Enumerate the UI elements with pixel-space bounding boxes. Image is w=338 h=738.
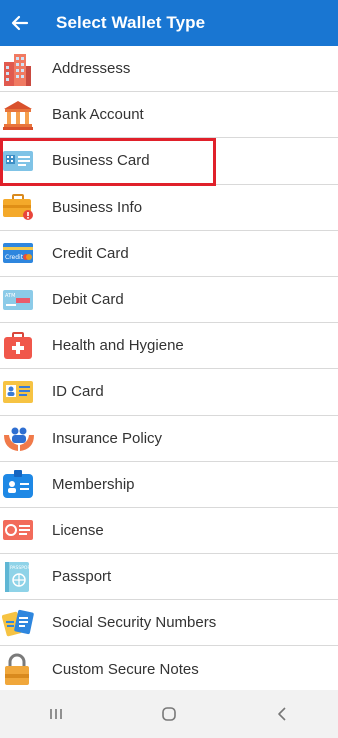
home-icon [162,707,176,721]
wallet-type-list: Addressess Bank Account Business Card Bu… [0,46,338,693]
wallet-item-label: Passport [52,568,112,586]
wallet-item-label: Membership [52,475,135,493]
wallet-item-label: Debit Card [52,291,124,309]
padlock-icon [0,646,52,692]
back-nav-icon [277,707,286,721]
arrow-left-icon [11,15,29,31]
wallet-item-social-security-numbers[interactable]: Social Security Numbers [0,600,338,647]
license-icon [0,507,52,553]
svg-text:PASSPORT: PASSPORT [10,565,32,571]
recent-apps-icon [50,709,63,719]
membership-badge-icon [0,461,52,507]
wallet-item-label: License [52,521,104,539]
wallet-item-credit-card[interactable]: Credit Credit Card [0,230,338,277]
wallet-item-label: Business Card [52,152,150,170]
wallet-item-business-card[interactable]: Business Card [0,138,338,185]
credit-card-icon: Credit [0,230,52,276]
wallet-item-label: Custom Secure Notes [52,660,199,678]
business-card-icon [0,138,52,184]
recent-apps-button[interactable] [26,694,86,734]
wallet-item-bank-account[interactable]: Bank Account [0,92,338,139]
wallet-item-business-info[interactable]: Business Info [0,184,338,231]
ssn-cards-icon [0,600,52,646]
home-button[interactable] [139,694,199,734]
wallet-item-membership[interactable]: Membership [0,461,338,508]
back-nav-button[interactable] [252,694,312,734]
wallet-item-label: Bank Account [52,106,144,124]
wallet-item-debit-card[interactable]: ATM Debit Card [0,276,338,324]
insurance-hands-icon [0,415,52,461]
wallet-item-passport[interactable]: PASSPORT Passport [0,554,338,601]
first-aid-kit-icon [0,323,52,369]
wallet-item-addressess[interactable]: Addressess [0,46,338,93]
wallet-item-license[interactable]: License [0,507,338,555]
wallet-item-label: Credit Card [52,244,129,262]
wallet-item-health-and-hygiene[interactable]: Health and Hygiene [0,323,338,370]
wallet-item-label: Insurance Policy [52,429,163,447]
wallet-item-label: Business Info [52,198,143,216]
back-button[interactable] [0,0,40,46]
wallet-item-label: Addressess [52,60,131,78]
briefcase-icon [0,184,52,230]
wallet-item-custom-secure-notes[interactable]: Custom Secure Notes [0,646,338,693]
building-icon [0,46,52,92]
id-card-icon [0,369,52,415]
wallet-item-label: Health and Hygiene [52,337,184,355]
wallet-item-id-card[interactable]: ID Card [0,369,338,416]
svg-text:Credit: Credit [5,254,24,261]
wallet-item-label: Social Security Numbers [52,614,217,632]
debit-card-icon: ATM [0,277,52,323]
svg-text:ATM: ATM [5,293,15,299]
page-title: Select Wallet Type [56,13,206,32]
bank-icon [0,92,52,138]
system-nav-bar [0,690,338,738]
wallet-item-label: ID Card [52,383,104,401]
app-bar: Select Wallet Type [0,0,338,46]
passport-icon: PASSPORT [0,554,52,600]
wallet-item-insurance-policy[interactable]: Insurance Policy [0,415,338,462]
